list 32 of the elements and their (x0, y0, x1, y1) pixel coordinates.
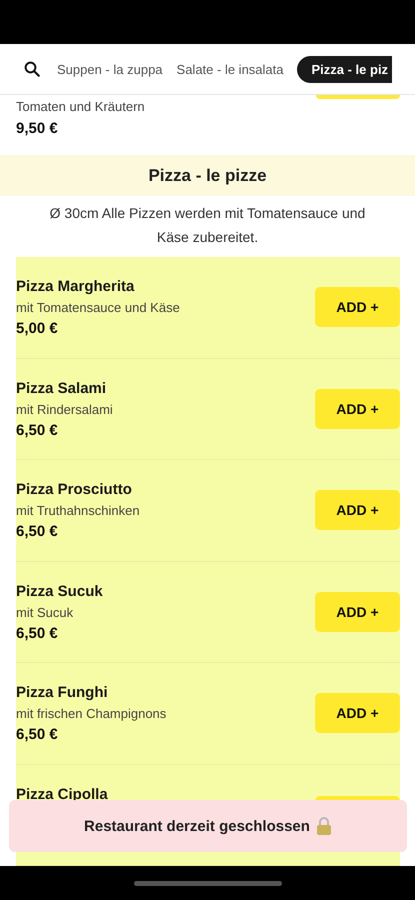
add-button[interactable]: ADD + (315, 388, 400, 429)
category-tab[interactable]: Pizza - le piz (297, 56, 392, 82)
banner-text: Restaurant derzeit geschlossen (84, 818, 310, 834)
category-tab[interactable]: Suppen - la zuppa (57, 56, 163, 82)
item-name: Pizza Sucuk (16, 582, 103, 600)
add-button[interactable]: ADD + (315, 592, 400, 632)
add-button[interactable]: ADD + (315, 287, 400, 328)
item-name: Pizza Margherita (16, 278, 136, 295)
item-name: Pizza Salami (16, 380, 108, 396)
search-icon[interactable] (23, 60, 41, 78)
item-price: 6,50 € (16, 523, 59, 540)
item-price: 6,50 € (16, 624, 59, 642)
item-name: Pizza Prosciutto (16, 481, 133, 498)
add-button[interactable] (316, 95, 400, 99)
add-button[interactable]: ADD + (315, 490, 400, 530)
category-tab[interactable]: Salate - le insalata (176, 56, 284, 82)
item-price: 9,50 € (16, 120, 59, 137)
lock-icon (316, 816, 332, 836)
section-note: Ø 30cm Alle Pizzen werden mit Tomatensauce und Käse zubereitet. (48, 204, 366, 247)
item-description: mit Sucuk (16, 604, 74, 620)
item-price: 5,00 € (16, 320, 59, 337)
item-description: Tomaten und Kräutern (16, 99, 145, 114)
section-title: Pizza - le pizze (0, 155, 415, 196)
add-button[interactable]: ADD + (315, 693, 400, 734)
item-description: mit Tomatensauce und Käse (16, 300, 180, 315)
item-name: Pizza Funghi (16, 684, 109, 701)
item-description: mit Truthahnschinken (16, 503, 140, 518)
item-name: Pizza Cipolla (16, 786, 108, 802)
item-description: mit frischen Champignons (16, 706, 166, 721)
item-price: 6,50 € (16, 726, 59, 743)
item-description: mit Rindersalami (16, 402, 113, 416)
item-price: 6,50 € (16, 422, 59, 438)
